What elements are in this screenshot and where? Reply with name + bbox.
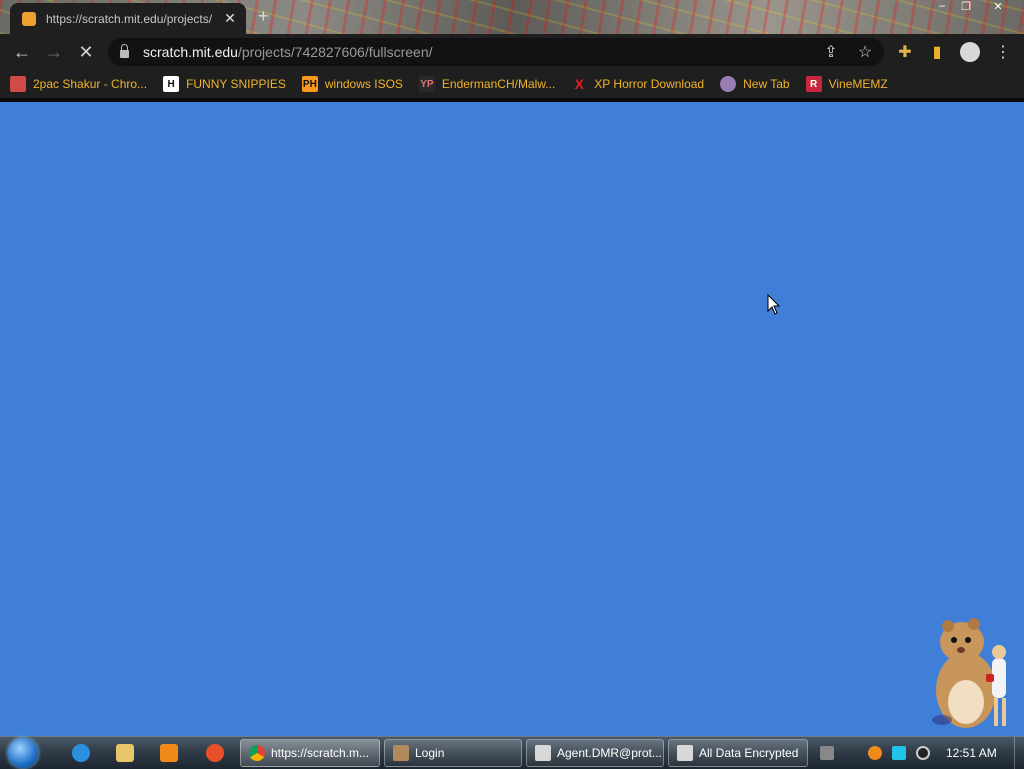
task-label: All Data Encrypted bbox=[699, 746, 799, 760]
hamster-desktop-pet-icon[interactable] bbox=[928, 612, 1020, 734]
media-player-icon[interactable] bbox=[160, 744, 178, 762]
tab-title: https://scratch.mit.edu/projects/ bbox=[46, 11, 213, 26]
paint-icon[interactable] bbox=[206, 744, 224, 762]
taskbar-task-encrypted[interactable]: All Data Encrypted bbox=[668, 739, 808, 767]
url-host: scratch.mit.edu bbox=[143, 44, 238, 60]
tray-search-icon[interactable] bbox=[868, 746, 882, 760]
show-desktop-button[interactable] bbox=[1014, 737, 1024, 769]
tray-v-icon[interactable] bbox=[843, 746, 857, 760]
taskbar-task-agent[interactable]: Agent.DMR@prot... bbox=[526, 739, 664, 767]
bookmark-item[interactable]: R VineMEMZ bbox=[805, 76, 888, 92]
back-button[interactable]: ← bbox=[10, 42, 34, 63]
explorer-folder-icon[interactable] bbox=[116, 744, 134, 762]
bookmark-label: windows ISOS bbox=[324, 77, 403, 91]
mouse-cursor-icon bbox=[767, 294, 781, 315]
taskbar-task-chrome[interactable]: https://scratch.m... bbox=[240, 739, 380, 767]
film-icon bbox=[10, 76, 26, 92]
tray-volume-icon[interactable] bbox=[916, 746, 930, 760]
bookmark-label: XP Horror Download bbox=[594, 77, 705, 91]
window-icon bbox=[535, 745, 551, 761]
browser-tab-strip: https://scratch.mit.edu/projects/ ✕ + – … bbox=[0, 0, 1024, 34]
x-icon: X bbox=[571, 76, 588, 92]
bookmark-label: VineMEMZ bbox=[828, 77, 888, 91]
bookmark-item[interactable]: H FUNNY SNIPPIES bbox=[163, 76, 286, 92]
maximize-button[interactable]: ❐ bbox=[954, 0, 978, 16]
bookmark-star-icon[interactable]: ☆ bbox=[854, 42, 876, 62]
task-label: Agent.DMR@prot... bbox=[557, 746, 662, 760]
internet-explorer-icon[interactable] bbox=[72, 744, 90, 762]
forward-button[interactable]: → bbox=[42, 42, 66, 63]
bookmark-item[interactable]: New Tab bbox=[720, 76, 790, 92]
bookmark-label: FUNNY SNIPPIES bbox=[186, 77, 286, 91]
new-tab-button[interactable]: + bbox=[258, 6, 269, 27]
extensions-icon[interactable]: ✚ bbox=[894, 42, 916, 62]
yp-icon: YP bbox=[418, 76, 435, 92]
scratch-favicon-icon bbox=[22, 11, 36, 26]
taskbar-clock[interactable]: 12:51 AM bbox=[946, 746, 997, 760]
start-button[interactable] bbox=[8, 738, 38, 768]
login-icon bbox=[393, 745, 409, 761]
tab-close-icon[interactable]: ✕ bbox=[222, 10, 238, 27]
globe-icon bbox=[720, 76, 737, 92]
bookmark-item[interactable]: YP EndermanCH/Malw... bbox=[418, 76, 556, 92]
bookmark-item[interactable]: 2pac Shakur - Chro... bbox=[10, 76, 147, 92]
profile-avatar[interactable] bbox=[960, 42, 980, 62]
address-url[interactable]: scratch.mit.edu/projects/742827606/fulls… bbox=[143, 44, 433, 60]
chrome-icon bbox=[249, 745, 265, 761]
side-panel-icon[interactable]: ▮ bbox=[926, 42, 948, 62]
url-path: /projects/742827606/fullscreen/ bbox=[237, 44, 433, 60]
minimize-button[interactable]: – bbox=[930, 0, 954, 16]
h-icon: H bbox=[163, 76, 180, 92]
browser-toolbar: ← → ✕ scratch.mit.edu/projects/742827606… bbox=[0, 34, 1024, 70]
bookmark-label: 2pac Shakur - Chro... bbox=[33, 77, 148, 91]
close-window-button[interactable]: ✕ bbox=[986, 0, 1010, 16]
task-label: https://scratch.m... bbox=[271, 746, 370, 760]
lock-icon[interactable] bbox=[120, 43, 129, 58]
browser-menu-icon[interactable]: ⋮ bbox=[992, 42, 1014, 62]
browser-tab[interactable]: https://scratch.mit.edu/projects/ ✕ bbox=[10, 3, 246, 34]
ph-icon: PH bbox=[301, 76, 318, 92]
share-icon[interactable]: ⇪ bbox=[820, 42, 842, 62]
bookmark-label: New Tab bbox=[743, 77, 790, 91]
windows-taskbar: https://scratch.m... Login Agent.DMR@pro… bbox=[0, 736, 1024, 769]
address-bar[interactable]: scratch.mit.edu/projects/742827606/fulls… bbox=[108, 38, 884, 66]
scratch-fullscreen-stage[interactable] bbox=[0, 102, 1024, 736]
bookmark-label: EndermanCH/Malw... bbox=[441, 77, 556, 91]
tray-app-icon[interactable] bbox=[820, 746, 834, 760]
task-label: Login bbox=[415, 746, 445, 760]
window-icon bbox=[677, 745, 693, 761]
r-icon: R bbox=[805, 76, 822, 92]
bookmarks-bar: 2pac Shakur - Chro... H FUNNY SNIPPIES P… bbox=[0, 70, 1024, 98]
bookmark-item[interactable]: PH windows ISOS bbox=[301, 76, 403, 92]
stop-loading-button[interactable]: ✕ bbox=[74, 42, 98, 63]
taskbar-task-login[interactable]: Login bbox=[384, 739, 522, 767]
bookmark-item[interactable]: X XP Horror Download bbox=[571, 76, 704, 92]
tray-monitor-icon[interactable] bbox=[892, 746, 906, 760]
